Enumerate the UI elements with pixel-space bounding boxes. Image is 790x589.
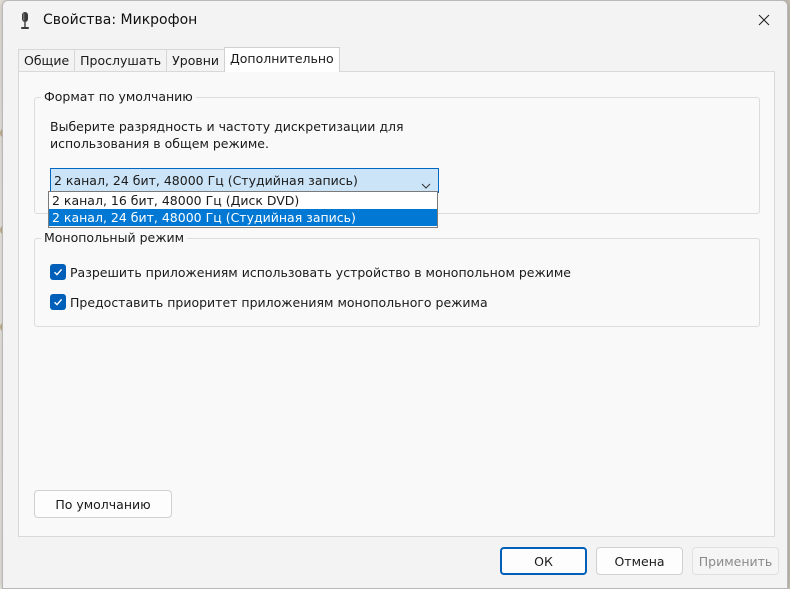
format-select-value: 2 канал, 24 бит, 48000 Гц (Студийная зап… — [54, 173, 358, 188]
ok-button[interactable]: ОК — [500, 547, 587, 575]
apply-button[interactable]: Применить — [692, 547, 779, 575]
exclusive-priority-row: Предоставить приоритет приложениям моноп… — [50, 294, 488, 310]
close-button[interactable] — [741, 1, 787, 39]
tab-listen[interactable]: Прослушать — [74, 49, 168, 72]
restore-defaults-button[interactable]: По умолчанию — [34, 490, 172, 518]
default-format-legend: Формат по умолчанию — [41, 89, 196, 104]
title-bar: Свойства: Микрофон — [3, 1, 787, 41]
tab-general[interactable]: Общие — [18, 49, 76, 72]
format-dropdown-list: 2 канал, 16 бит, 48000 Гц (Диск DVD) 2 к… — [48, 191, 438, 228]
properties-dialog: Свойства: Микрофон Общие Прослушать Уров… — [2, 0, 788, 589]
chevron-down-icon — [421, 175, 431, 189]
tab-bar: Общие Прослушать Уровни Дополнительно — [18, 47, 340, 72]
format-select[interactable]: 2 канал, 24 бит, 48000 Гц (Студийная зап… — [50, 168, 439, 193]
microphone-icon — [19, 12, 31, 30]
allow-exclusive-checkbox[interactable] — [50, 264, 66, 280]
allow-exclusive-label[interactable]: Разрешить приложениям использовать устро… — [70, 265, 571, 280]
exclusive-mode-group: Монопольный режим Разрешить приложениям … — [34, 230, 760, 327]
dialog-footer: ОК Отмена Применить — [3, 537, 787, 588]
default-format-description: Выберите разрядность и частоту дискретиз… — [50, 119, 404, 151]
tab-levels[interactable]: Уровни — [166, 49, 226, 72]
format-option-selected[interactable]: 2 канал, 24 бит, 48000 Гц (Студийная зап… — [49, 209, 437, 226]
window-title: Свойства: Микрофон — [43, 12, 198, 28]
tab-panel-advanced: Формат по умолчанию Выберите разрядность… — [18, 71, 775, 537]
tab-advanced[interactable]: Дополнительно — [224, 47, 340, 72]
format-option[interactable]: 2 канал, 16 бит, 48000 Гц (Диск DVD) — [49, 192, 437, 209]
exclusive-mode-legend: Монопольный режим — [41, 230, 188, 245]
exclusive-priority-label[interactable]: Предоставить приоритет приложениям моноп… — [70, 295, 488, 310]
checkmark-icon — [54, 298, 63, 306]
allow-exclusive-row: Разрешить приложениям использовать устро… — [50, 264, 571, 280]
close-icon — [758, 10, 770, 31]
exclusive-priority-checkbox[interactable] — [50, 294, 66, 310]
cancel-button[interactable]: Отмена — [596, 547, 683, 575]
checkmark-icon — [54, 268, 63, 276]
